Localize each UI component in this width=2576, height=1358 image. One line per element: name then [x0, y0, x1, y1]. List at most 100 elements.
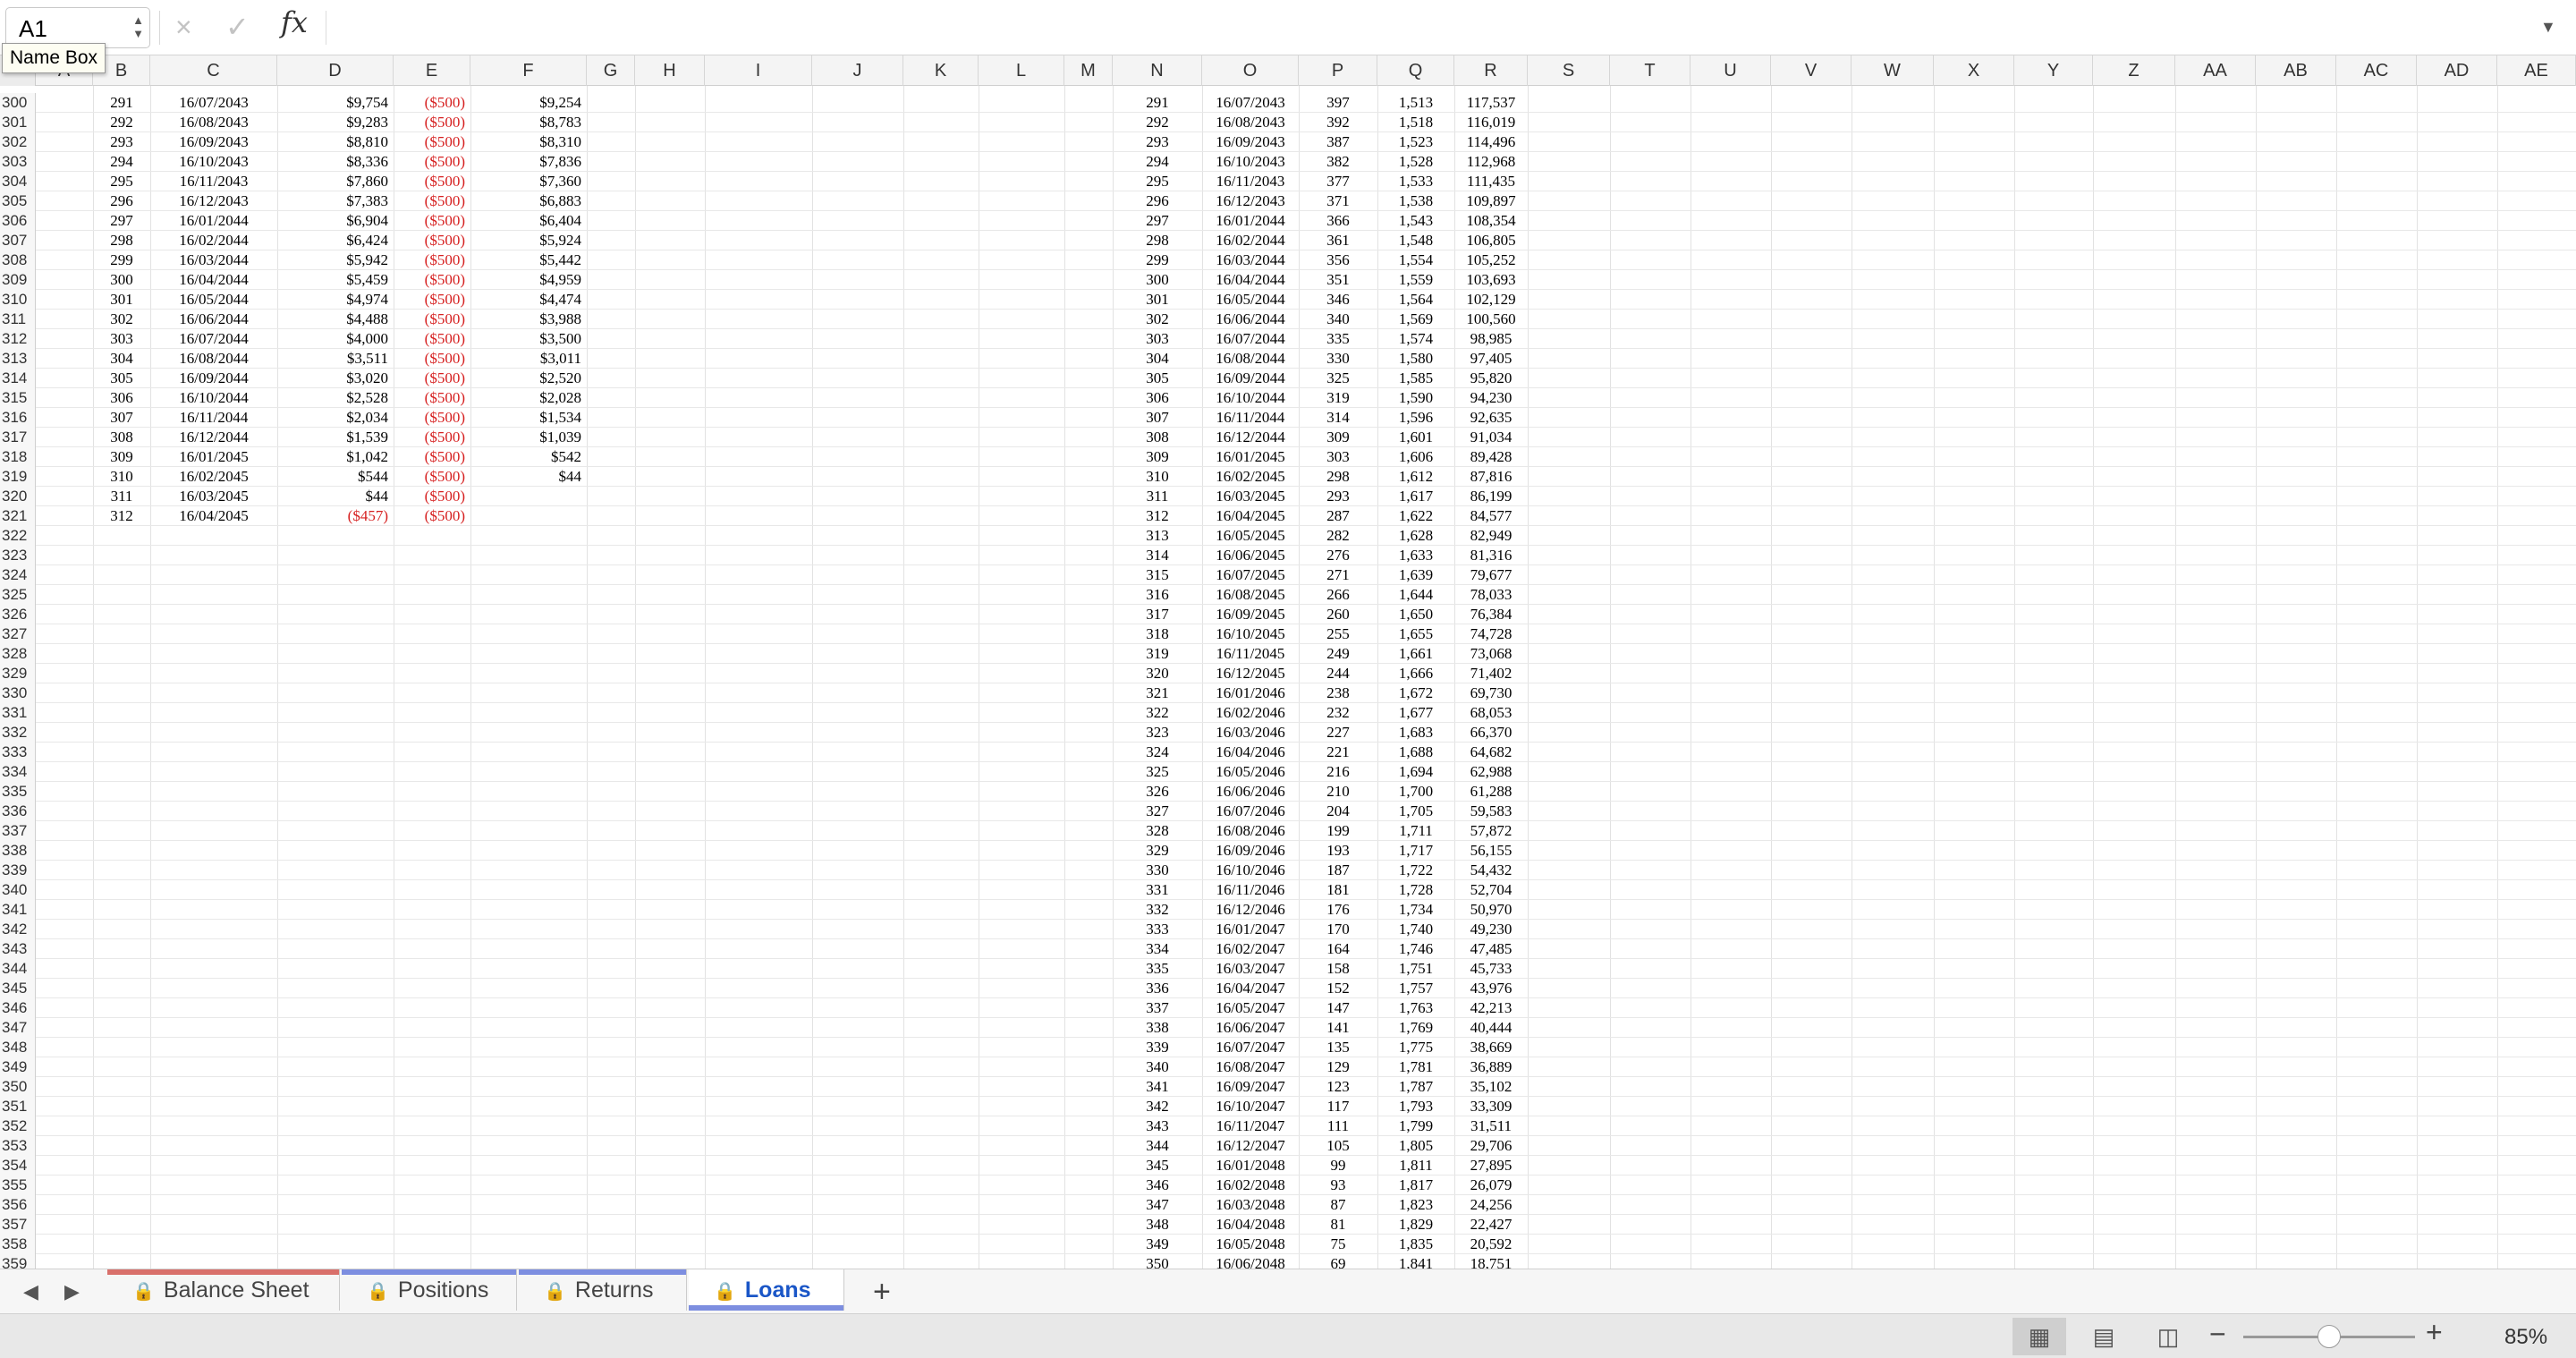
- table-cell[interactable]: $6,883: [470, 191, 581, 211]
- table-cell[interactable]: $7,360: [470, 172, 581, 191]
- column-header-y[interactable]: Y: [2014, 55, 2093, 86]
- row-header[interactable]: 318: [0, 447, 36, 467]
- table-cell[interactable]: 351: [1299, 270, 1377, 290]
- column-header-c[interactable]: C: [150, 55, 277, 86]
- table-cell[interactable]: 24,256: [1454, 1195, 1528, 1215]
- table-cell[interactable]: 16/01/2046: [1202, 683, 1299, 703]
- table-cell[interactable]: 16/10/2045: [1202, 624, 1299, 644]
- table-cell[interactable]: 135: [1299, 1038, 1377, 1057]
- table-cell[interactable]: 1,617: [1377, 487, 1454, 506]
- table-cell[interactable]: 16/04/2044: [150, 270, 277, 290]
- confirm-icon[interactable]: ✓: [225, 9, 250, 45]
- row-header[interactable]: 304: [0, 172, 36, 191]
- table-cell[interactable]: 366: [1299, 211, 1377, 231]
- table-cell[interactable]: 16/10/2047: [1202, 1097, 1299, 1116]
- table-cell[interactable]: $2,528: [277, 388, 388, 408]
- table-cell[interactable]: 382: [1299, 152, 1377, 172]
- table-cell[interactable]: 292: [93, 113, 150, 132]
- table-cell[interactable]: 1,528: [1377, 152, 1454, 172]
- table-cell[interactable]: 350: [1113, 1254, 1202, 1269]
- table-cell[interactable]: 1,700: [1377, 782, 1454, 802]
- table-cell[interactable]: 1,769: [1377, 1018, 1454, 1038]
- table-cell[interactable]: 16/04/2046: [1202, 743, 1299, 762]
- table-cell[interactable]: 16/06/2044: [150, 310, 277, 329]
- table-cell[interactable]: 1,569: [1377, 310, 1454, 329]
- column-header-r[interactable]: R: [1454, 55, 1528, 86]
- table-cell[interactable]: ($500): [394, 467, 465, 487]
- table-cell[interactable]: 111,435: [1454, 172, 1528, 191]
- add-sheet-button[interactable]: +: [873, 1275, 891, 1310]
- table-cell[interactable]: 296: [1113, 191, 1202, 211]
- row-header[interactable]: 336: [0, 802, 36, 821]
- table-cell[interactable]: 318: [1113, 624, 1202, 644]
- row-header[interactable]: 345: [0, 979, 36, 998]
- row-header[interactable]: 312: [0, 329, 36, 349]
- table-cell[interactable]: 327: [1113, 802, 1202, 821]
- row-header[interactable]: 344: [0, 959, 36, 979]
- zoom-out-button[interactable]: −: [2209, 1318, 2226, 1351]
- column-header-k[interactable]: K: [903, 55, 979, 86]
- table-cell[interactable]: 94,230: [1454, 388, 1528, 408]
- table-cell[interactable]: 16/11/2046: [1202, 880, 1299, 900]
- column-header-t[interactable]: T: [1610, 55, 1690, 86]
- table-cell[interactable]: 16/06/2047: [1202, 1018, 1299, 1038]
- table-cell[interactable]: $8,336: [277, 152, 388, 172]
- row-header[interactable]: 320: [0, 487, 36, 506]
- table-cell[interactable]: 16/02/2048: [1202, 1176, 1299, 1195]
- table-cell[interactable]: 69,730: [1454, 683, 1528, 703]
- insert-function-icon[interactable]: fx: [281, 5, 308, 39]
- table-cell[interactable]: 16/11/2044: [1202, 408, 1299, 428]
- row-header[interactable]: 321: [0, 506, 36, 526]
- table-cell[interactable]: 291: [93, 93, 150, 113]
- row-header[interactable]: 313: [0, 349, 36, 369]
- table-cell[interactable]: 45,733: [1454, 959, 1528, 979]
- table-cell[interactable]: 16/09/2046: [1202, 841, 1299, 861]
- table-cell[interactable]: 1,787: [1377, 1077, 1454, 1097]
- table-cell[interactable]: 16/08/2047: [1202, 1057, 1299, 1077]
- table-cell[interactable]: ($500): [394, 113, 465, 132]
- table-cell[interactable]: 82,949: [1454, 526, 1528, 546]
- sheet-tab-returns[interactable]: 🔒 Returns: [519, 1269, 687, 1311]
- table-cell[interactable]: 16/04/2047: [1202, 979, 1299, 998]
- table-cell[interactable]: 16/09/2047: [1202, 1077, 1299, 1097]
- table-cell[interactable]: 106,805: [1454, 231, 1528, 250]
- table-cell[interactable]: 325: [1299, 369, 1377, 388]
- table-cell[interactable]: 1,644: [1377, 585, 1454, 605]
- row-header[interactable]: 351: [0, 1097, 36, 1116]
- table-cell[interactable]: 78,033: [1454, 585, 1528, 605]
- table-cell[interactable]: 16/01/2044: [1202, 211, 1299, 231]
- table-cell[interactable]: $7,860: [277, 172, 388, 191]
- table-cell[interactable]: 1,590: [1377, 388, 1454, 408]
- table-cell[interactable]: 16/07/2043: [150, 93, 277, 113]
- table-cell[interactable]: 1,817: [1377, 1176, 1454, 1195]
- table-cell[interactable]: 16/07/2044: [1202, 329, 1299, 349]
- row-header[interactable]: 328: [0, 644, 36, 664]
- table-cell[interactable]: 79,677: [1454, 565, 1528, 585]
- table-cell[interactable]: $2,034: [277, 408, 388, 428]
- table-cell[interactable]: 16/05/2044: [1202, 290, 1299, 310]
- table-cell[interactable]: 16/01/2045: [150, 447, 277, 467]
- table-cell[interactable]: 16/08/2043: [1202, 113, 1299, 132]
- column-header-p[interactable]: P: [1299, 55, 1377, 86]
- table-cell[interactable]: 310: [93, 467, 150, 487]
- row-header[interactable]: 303: [0, 152, 36, 172]
- row-header[interactable]: 301: [0, 113, 36, 132]
- table-cell[interactable]: 330: [1299, 349, 1377, 369]
- zoom-slider-knob[interactable]: [2318, 1325, 2341, 1348]
- table-cell[interactable]: $1,042: [277, 447, 388, 467]
- table-cell[interactable]: 105: [1299, 1136, 1377, 1156]
- table-cell[interactable]: 111: [1299, 1116, 1377, 1136]
- row-header[interactable]: 350: [0, 1077, 36, 1097]
- table-cell[interactable]: 199: [1299, 821, 1377, 841]
- table-cell[interactable]: 1,533: [1377, 172, 1454, 191]
- table-cell[interactable]: 69: [1299, 1254, 1377, 1269]
- table-cell[interactable]: 16/05/2046: [1202, 762, 1299, 782]
- table-cell[interactable]: 314: [1299, 408, 1377, 428]
- table-cell[interactable]: 49,230: [1454, 920, 1528, 939]
- sheet-tab-balance-sheet[interactable]: 🔒 Balance Sheet: [107, 1269, 340, 1311]
- table-cell[interactable]: 66,370: [1454, 723, 1528, 743]
- table-cell[interactable]: 74,728: [1454, 624, 1528, 644]
- table-cell[interactable]: 129: [1299, 1057, 1377, 1077]
- table-cell[interactable]: 87,816: [1454, 467, 1528, 487]
- table-cell[interactable]: 312: [1113, 506, 1202, 526]
